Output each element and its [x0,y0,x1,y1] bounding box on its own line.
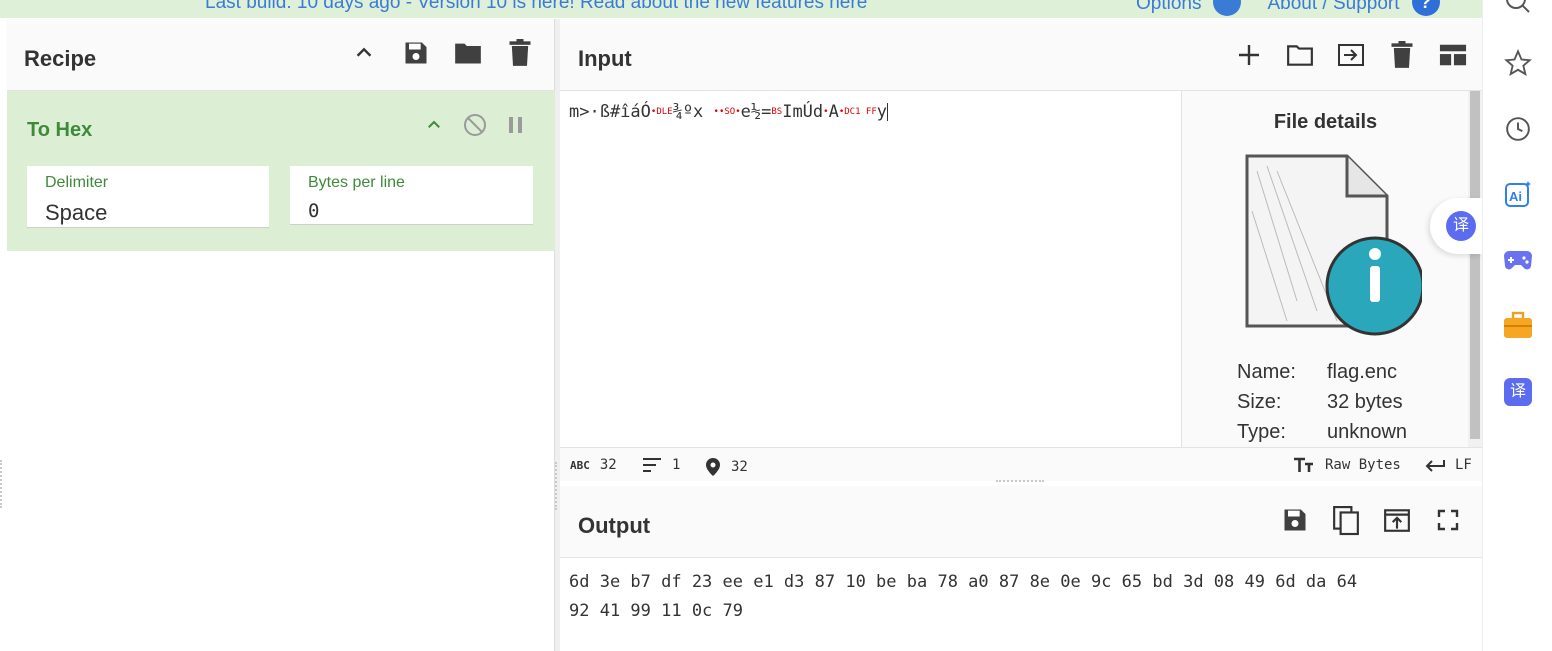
translate-glyph: 译 [1504,378,1532,406]
favorites-star-icon[interactable] [1503,48,1533,78]
clear-input-trash-icon[interactable] [1388,41,1416,69]
file-details-title: File details [1273,111,1378,133]
operation-to-hex[interactable]: To Hex Delimiter Space Bytes per line 0 [7,91,555,251]
ai-assistant-icon[interactable]: Ai [1503,179,1533,209]
floating-translate-button[interactable]: 译 [1430,198,1482,254]
delimiter-value[interactable]: Space [45,200,107,226]
left-resize-grip[interactable] [0,460,4,508]
maximise-output-icon[interactable] [1434,506,1462,534]
recipe-title: Recipe [24,46,97,71]
cursor-position: 32 [705,457,748,477]
load-recipe-folder-icon[interactable] [454,39,482,67]
scrollbar-thumb[interactable] [1470,91,1480,439]
input-text-segment: A [828,102,839,122]
copy-output-icon[interactable] [1332,505,1360,536]
eol-value[interactable]: LF [1455,457,1472,473]
clear-recipe-trash-icon[interactable] [506,39,534,67]
ctrl-char: DLE [656,107,673,117]
input-status-bar: ABC 32 1 32 Raw Bytes LF [560,447,1482,481]
open-folder-input-icon[interactable] [1337,41,1365,69]
file-size-row: Size: 32 bytes [1237,391,1407,421]
translate-icon: 译 [1446,211,1476,241]
output-textarea[interactable]: 6d 3e b7 df 23 ee e1 d3 87 10 be ba 78 a… [569,568,1469,626]
options-link[interactable]: Options [1136,0,1201,15]
browser-sidebar: Ai 译 [1482,0,1552,651]
gear-icon[interactable] [1213,0,1242,16]
delimiter-field[interactable]: Delimiter Space [27,166,269,228]
file-size-label: Size: [1237,391,1282,413]
input-panel: Input m>·ß#îáÓ•DLE¾ºx ••SO•e½=BSImÚd•A•D… [560,19,1482,481]
banner-message[interactable]: Last build: 10 days ago - Version 10 is … [205,0,867,14]
operation-collapse-chevron-icon[interactable] [425,116,443,139]
svg-text:Ai: Ai [1509,189,1522,204]
toolbox-briefcase-icon[interactable] [1503,310,1533,340]
line-count-value: 1 [672,457,681,473]
bytes-per-line-field[interactable]: Bytes per line 0 [290,166,533,225]
input-text-segment: e½= [740,102,772,122]
save-recipe-icon[interactable] [402,39,430,67]
about-support-link[interactable]: About / Support [1267,0,1399,15]
translate-app-icon[interactable]: 译 [1503,377,1533,407]
ctrl-char: BS [771,107,783,117]
output-title: Output [578,513,651,538]
delimiter-label: Delimiter [45,174,109,191]
disable-operation-icon[interactable] [463,113,487,142]
file-name-label: Name: [1237,361,1296,383]
reset-layout-icon[interactable] [1439,41,1467,69]
output-line: 6d 3e b7 df 23 ee e1 d3 87 10 be ba 78 a… [569,572,1358,592]
abc-icon: ABC [570,458,590,472]
bytes-per-line-label: Bytes per line [308,174,405,191]
encoding-selector[interactable]: Raw Bytes [1293,457,1401,473]
encoding-value[interactable]: Raw Bytes [1325,457,1401,473]
output-line: 92 41 99 11 0c 79 [569,601,743,621]
file-name-value: flag.enc [1327,361,1398,383]
file-size-value: 32 bytes [1327,391,1403,413]
file-name-row: Name: flag.enc [1237,361,1407,391]
pause-operation-icon[interactable] [507,115,525,140]
save-output-icon[interactable] [1281,506,1309,534]
output-header: Output [560,486,1482,558]
operation-title: To Hex [27,119,93,141]
file-info-illustration-icon [1245,154,1422,336]
input-text-segment: m>·ß#îáÓ [569,102,651,122]
recipe-header: Recipe [7,19,554,91]
text-cursor [887,103,889,121]
collapse-chevron-up-icon[interactable] [350,39,378,67]
input-title: Input [578,46,632,71]
cursor-position-value: 32 [731,459,748,475]
input-text-segment: y [876,102,888,122]
search-icon[interactable] [1503,0,1533,16]
ctrl-char: DC1 FF [844,107,877,117]
ctrl-char: SO [724,107,736,117]
file-details-scrollbar[interactable] [1468,91,1482,447]
history-clock-icon[interactable] [1503,114,1533,144]
eol-selector[interactable]: LF [1425,457,1472,473]
recipe-panel: Recipe To Hex Delimiter Space Bytes per … [7,19,555,651]
ctrl-char: •• [713,107,725,117]
input-textarea[interactable]: m>·ß#îáÓ•DLE¾ºx ••SO•e½=BSImÚd•A•DC1 FFy [569,102,889,122]
games-controller-icon[interactable] [1503,245,1533,275]
char-count: ABC 32 [570,457,617,473]
help-icon[interactable]: ? [1411,0,1440,16]
location-pin-icon [706,458,720,476]
return-arrow-icon [1425,460,1445,472]
top-banner: Last build: 10 days ago - Version 10 is … [0,0,1482,18]
middle-resize-grip[interactable] [555,462,559,510]
output-panel: Output 6d 3e b7 df 23 ee e1 d3 87 10 be … [560,486,1482,651]
input-header: Input [560,19,1482,91]
char-count-value: 32 [599,457,617,473]
add-tab-plus-icon[interactable] [1235,41,1263,69]
open-file-folder-icon[interactable] [1286,41,1314,69]
banner-links: Options About / Support ? [1136,0,1440,16]
input-text-segment: ImÚd [782,102,824,122]
line-count: 1 [642,457,680,473]
lines-icon [643,458,661,472]
horizontal-resize-grip[interactable] [996,480,1044,485]
bytes-per-line-value[interactable]: 0 [308,200,319,222]
input-text-segment: ¾ºx [672,102,714,122]
replace-input-with-output-icon[interactable] [1383,506,1411,534]
file-details-panel: File details Name: flag.enc Size: 32 byt… [1181,91,1468,447]
text-size-icon [1294,457,1313,472]
